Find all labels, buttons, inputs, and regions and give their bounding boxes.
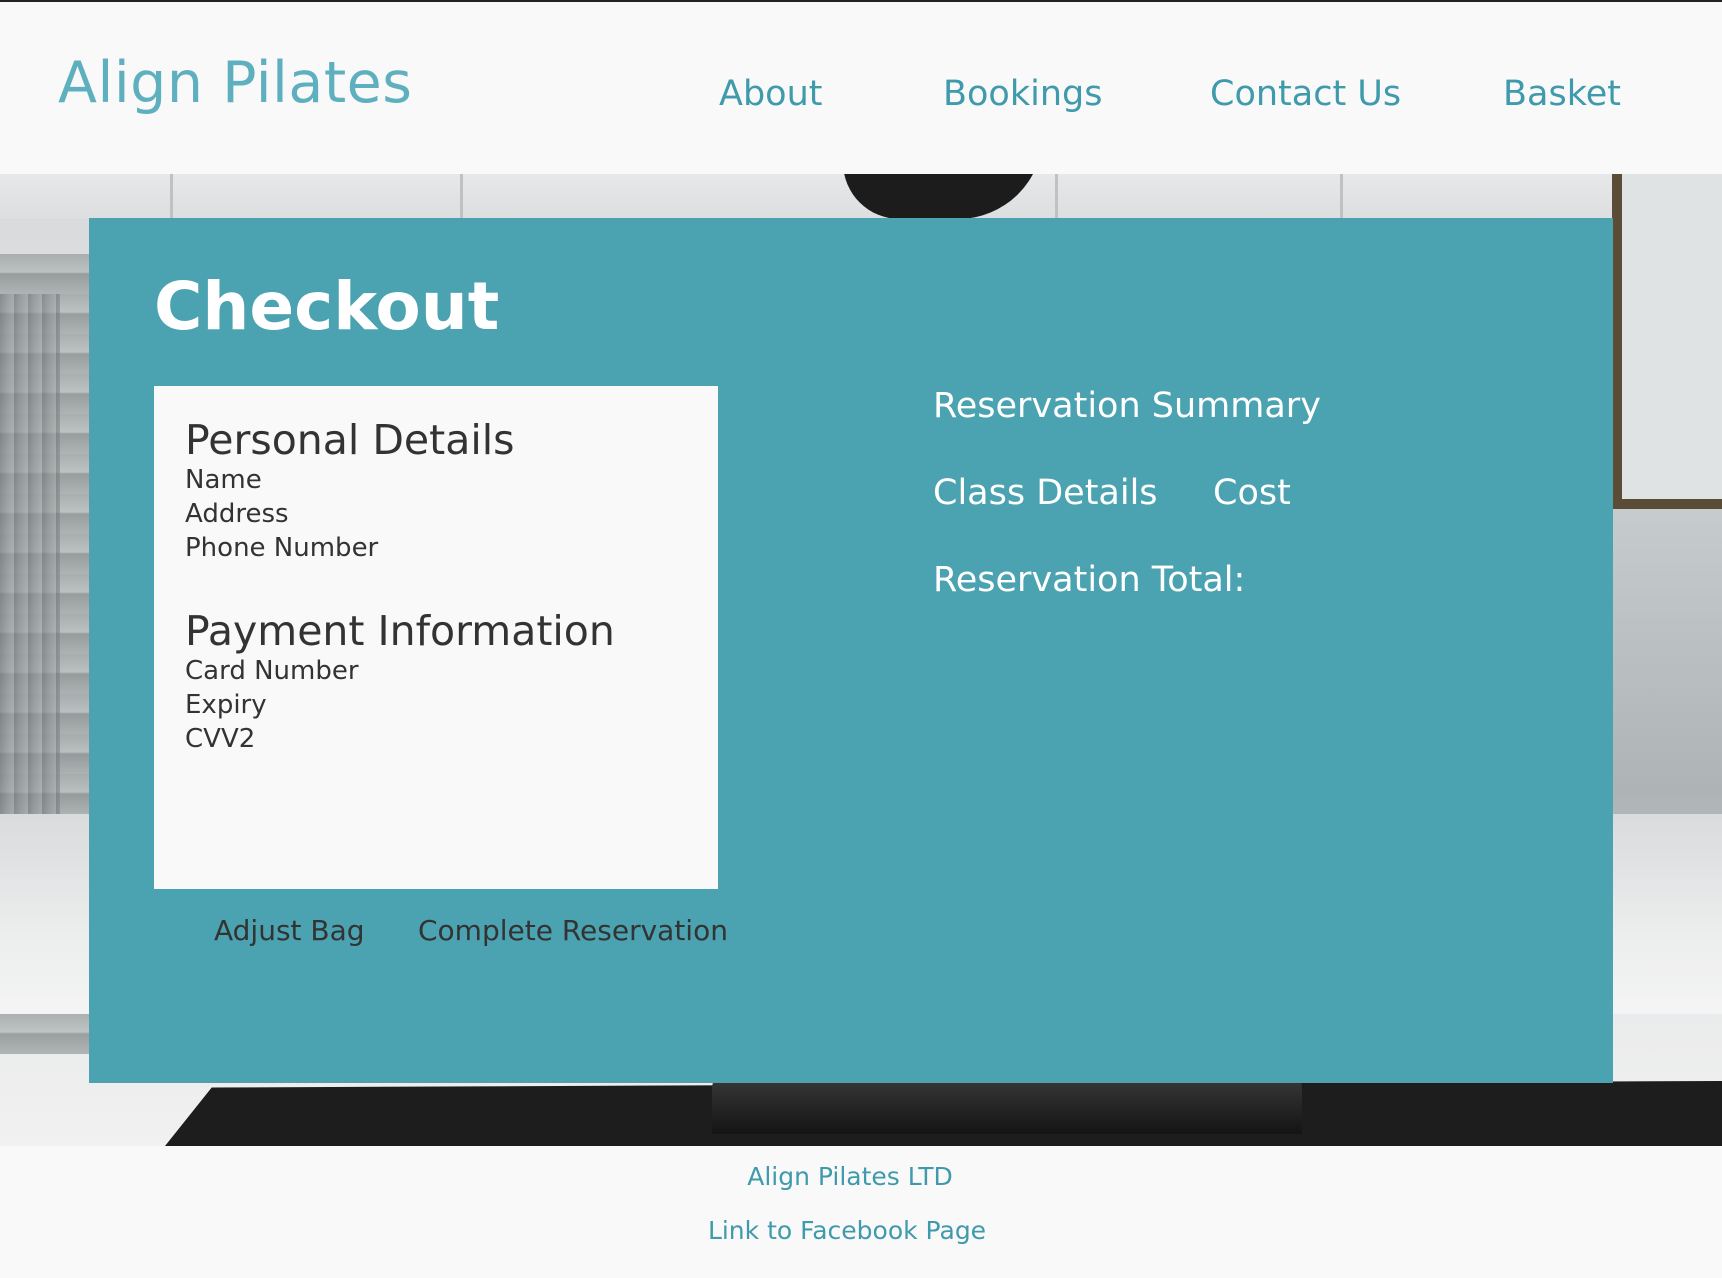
nav-contact-link[interactable]: Contact Us <box>1210 74 1401 114</box>
facebook-link[interactable]: Link to Facebook Page <box>0 1216 1694 1245</box>
footer-company-name: Align Pilates LTD <box>747 1162 953 1191</box>
ceiling-beam <box>460 174 463 219</box>
reservation-total-label: Reservation Total: <box>933 560 1246 600</box>
expiry-field[interactable]: Expiry <box>185 688 687 722</box>
nav-about-link[interactable]: About <box>719 74 822 114</box>
details-card: Personal Details Name Address Phone Numb… <box>154 386 718 889</box>
reformer-pad <box>712 1074 1302 1134</box>
name-field[interactable]: Name <box>185 463 687 497</box>
class-details-label: Class Details <box>933 473 1158 513</box>
card-number-field[interactable]: Card Number <box>185 654 687 688</box>
cvv2-field[interactable]: CVV2 <box>185 722 687 756</box>
site-footer: Align Pilates LTD Link to Facebook Page <box>0 1146 1722 1278</box>
ceiling-beam <box>1340 174 1343 219</box>
personal-details-heading: Personal Details <box>185 416 515 464</box>
adjust-bag-button[interactable]: Adjust Bag <box>214 914 365 947</box>
phone-number-field[interactable]: Phone Number <box>185 531 687 565</box>
nav-bookings-link[interactable]: Bookings <box>943 74 1102 114</box>
checkout-panel: Checkout Personal Details Name Address P… <box>89 218 1613 1083</box>
page: Align Pilates About Bookings Contact Us … <box>0 0 1722 1278</box>
studio-window-right <box>1612 174 1722 509</box>
nav-basket-link[interactable]: Basket <box>1503 74 1621 114</box>
page-title: Checkout <box>154 268 500 345</box>
ceiling-beam <box>1055 174 1058 219</box>
payment-information-heading: Payment Information <box>185 607 615 656</box>
site-logo[interactable]: Align Pilates <box>58 50 412 116</box>
complete-reservation-button[interactable]: Complete Reservation <box>418 914 728 947</box>
address-field[interactable]: Address <box>185 497 687 531</box>
site-header: Align Pilates About Bookings Contact Us … <box>0 2 1722 174</box>
cost-label: Cost <box>1213 473 1291 513</box>
reservation-summary-heading: Reservation Summary <box>933 386 1321 426</box>
ceiling-beam <box>170 174 173 219</box>
